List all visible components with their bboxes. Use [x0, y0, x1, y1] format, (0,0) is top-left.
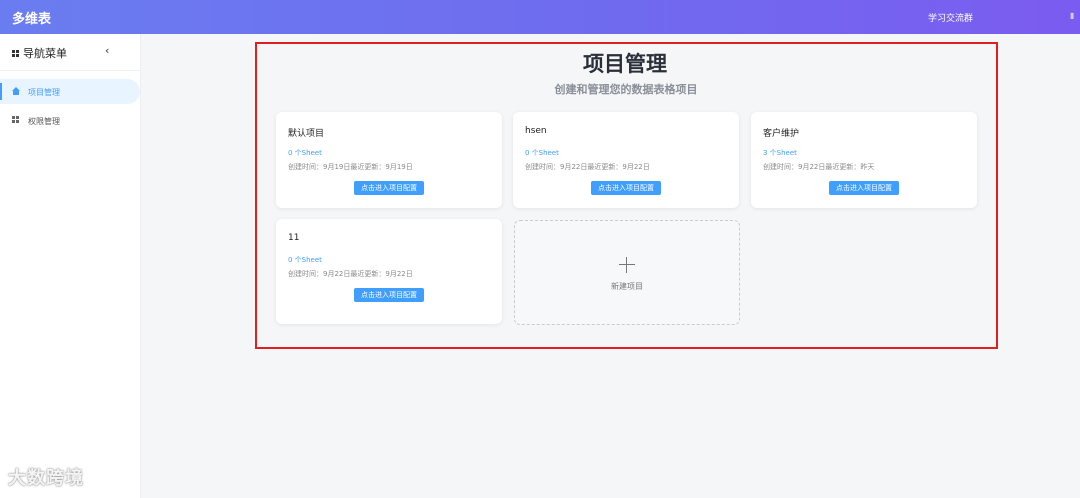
page-subtitle: 创建和管理您的数据表格项目: [554, 83, 698, 96]
project-dates: 创建时间：9月19日最近更新：9月19日: [288, 163, 413, 171]
project-card: hsen 0 个Sheet 创建时间：9月22日最近更新：9月22日 点击进入项…: [513, 112, 739, 208]
project-dates: 创建时间：9月22日最近更新：9月22日: [525, 163, 650, 171]
divider: [0, 70, 141, 71]
sidebar-item-label: 项目管理: [28, 88, 60, 97]
enter-project-config-button[interactable]: 点击进入项目配置: [591, 181, 661, 195]
app-title: 多维表: [12, 12, 52, 27]
new-project-card[interactable]: 新建项目: [514, 220, 740, 325]
project-name: hsen: [525, 126, 547, 136]
grid-icon: [12, 49, 19, 57]
project-name: 客户维护: [763, 129, 800, 139]
study-group-link[interactable]: 学习交流群: [928, 11, 973, 24]
sidebar: 导航菜单 ‹ 项目管理 权限管理: [0, 34, 141, 498]
project-name: 11: [288, 233, 300, 243]
project-card: 客户维护 3 个Sheet 创建时间：9月22日最近更新：昨天 点击进入项目配置: [751, 112, 977, 208]
sheet-count: 0 个Sheet: [288, 256, 322, 264]
grid-icon: [12, 116, 19, 123]
project-dates: 创建时间：9月22日最近更新：昨天: [763, 163, 875, 171]
project-name: 默认项目: [288, 129, 325, 139]
sheet-count: 3 个Sheet: [763, 149, 797, 157]
nav-menu-title: 导航菜单: [23, 47, 67, 60]
enter-project-config-button[interactable]: 点击进入项目配置: [829, 181, 899, 195]
sheet-count: 0 个Sheet: [288, 149, 322, 157]
sidebar-item-label: 权限管理: [28, 117, 60, 126]
project-dates: 创建时间：9月22日最近更新：9月22日: [288, 270, 413, 278]
home-icon: [12, 87, 20, 95]
collapse-sidebar-button[interactable]: ‹: [105, 44, 109, 57]
watermark-logo: 大数跨境: [8, 464, 84, 490]
plus-icon: [619, 257, 635, 273]
top-bar: 多维表 学习交流群 ▮: [0, 0, 1080, 34]
project-card: 默认项目 0 个Sheet 创建时间：9月19日最近更新：9月19日 点击进入项…: [276, 112, 502, 208]
sidebar-item-permission-management[interactable]: 权限管理: [0, 108, 140, 133]
project-card: 11 0 个Sheet 创建时间：9月22日最近更新：9月22日 点击进入项目配…: [276, 219, 502, 324]
enter-project-config-button[interactable]: 点击进入项目配置: [354, 181, 424, 195]
header-overflow-icon: ▮: [1070, 11, 1075, 20]
watermark-text: 大数跨境: [8, 468, 84, 489]
sidebar-item-project-management[interactable]: 项目管理: [0, 79, 140, 104]
enter-project-config-button[interactable]: 点击进入项目配置: [354, 288, 424, 302]
new-project-label: 新建项目: [611, 282, 643, 291]
nav-menu-header: 导航菜单: [12, 45, 67, 61]
page-title: 项目管理: [583, 52, 667, 76]
sheet-count: 0 个Sheet: [525, 149, 559, 157]
